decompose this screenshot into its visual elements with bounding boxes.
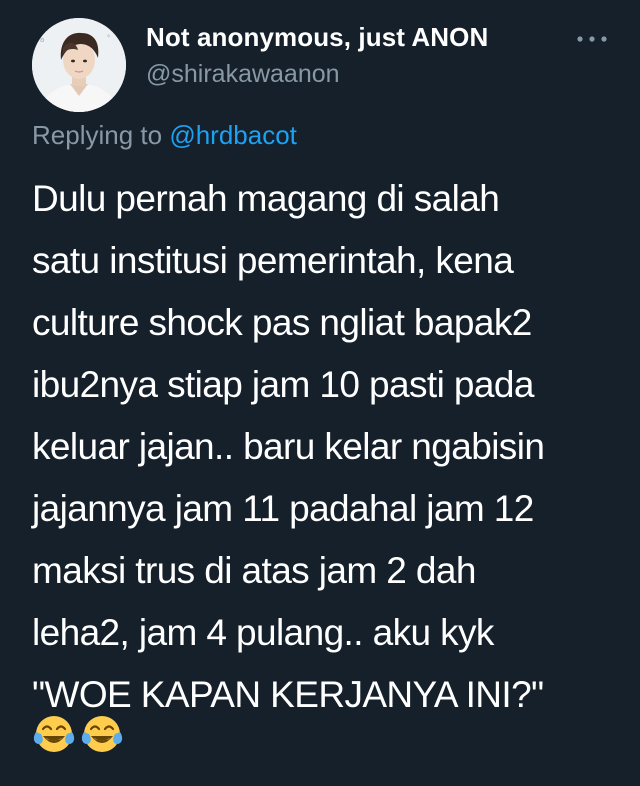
replying-prefix: Replying to (32, 120, 163, 150)
tweet-body-line: leha2, jam 4 pulang.. aku kyk (32, 612, 494, 653)
svg-text:✧: ✧ (106, 33, 111, 40)
tweet-body-line: jajannya jam 11 padahal jam 12 (32, 488, 534, 529)
svg-text:ʚ: ʚ (40, 36, 45, 44)
tears-of-joy-emoji-icon (33, 716, 75, 752)
tweet-body-line: keluar jajan.. baru kelar ngabisin (32, 426, 545, 467)
reply-mention-link[interactable]: @hrdbacot (169, 120, 297, 150)
emoji-row (32, 712, 124, 758)
replying-to: Replying to @hrdbacot (32, 120, 297, 151)
tweet-body-line: satu institusi pemerintah, kena (32, 240, 514, 281)
avatar[interactable]: ʚ ✧ (32, 18, 126, 112)
tweet-body-line: maksi trus di atas jam 2 dah (32, 550, 476, 591)
tweet: ʚ ✧ Not anonymous, just ANON @shirakawaa… (0, 0, 640, 786)
tweet-body-line: culture shock pas ngliat bapak2 (32, 302, 532, 343)
display-name[interactable]: Not anonymous, just ANON (146, 22, 488, 53)
tears-of-joy-emoji-icon (81, 716, 123, 752)
tweet-body: Dulu pernah magang di salah satu institu… (32, 168, 612, 726)
user-handle[interactable]: @shirakawaanon (146, 60, 340, 89)
more-options-icon[interactable] (574, 32, 610, 46)
tweet-body-line: ibu2nya stiap jam 10 pasti pada (32, 364, 534, 405)
tweet-body-line: Dulu pernah magang di salah (32, 178, 500, 219)
